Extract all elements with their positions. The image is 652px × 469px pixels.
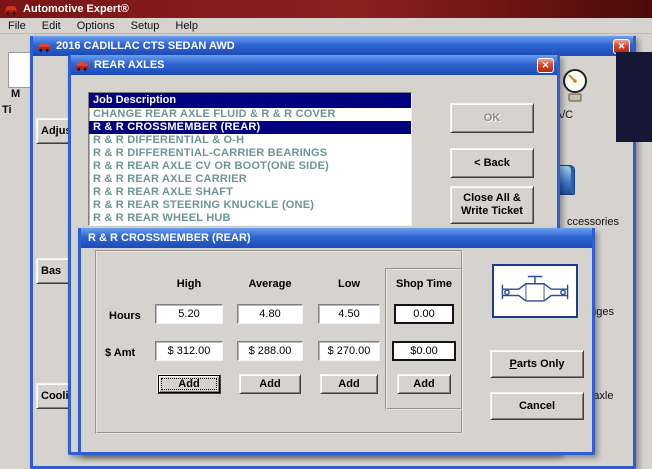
ok-button-label: OK	[483, 111, 501, 124]
job-list[interactable]: Job Description CHANGE REAR AXLE FLUID &…	[88, 92, 412, 226]
hours-high-field[interactable]	[155, 304, 223, 324]
menu-file[interactable]: File	[0, 18, 34, 34]
hours-low-field[interactable]	[318, 304, 380, 324]
dialog-car-icon	[75, 60, 89, 71]
job-list-item[interactable]: R & R REAR AXLE CARRIER	[89, 173, 411, 186]
partial-label-ti: Ti	[2, 104, 12, 116]
parts-only-button[interactable]: Parts Only	[490, 350, 584, 378]
add-button-high-label: Add	[178, 377, 200, 390]
crossmember-diagram	[492, 264, 578, 318]
header-average: Average	[248, 278, 292, 290]
job-list-header: Job Description	[89, 93, 411, 108]
close-all-write-ticket-label: Close All & Write Ticket	[461, 192, 523, 217]
header-high: High	[176, 278, 202, 290]
cancel-button[interactable]: Cancel	[490, 392, 584, 420]
labor-dialog: R & R CROSSMEMBER (REAR) High Average Lo…	[78, 228, 595, 455]
parts-only-button-label: Parts Only	[509, 357, 565, 370]
label-accessories: ccessories	[567, 216, 619, 228]
cancel-button-label: Cancel	[518, 399, 556, 412]
rear-axles-titlebar[interactable]: REAR AXLES ✕	[71, 55, 557, 75]
hours-average-field[interactable]	[237, 304, 303, 324]
screen: Automotive Expert® File Edit Options Set…	[0, 0, 652, 469]
vehicle-car-icon	[37, 41, 51, 52]
app-title: Automotive Expert®	[23, 3, 129, 15]
category-button-bas-label: Bas	[41, 264, 62, 277]
job-list-item[interactable]: R & R DIFFERENTIAL-CARRIER BEARINGS	[89, 147, 411, 160]
ok-button[interactable]: OK	[450, 103, 534, 133]
amount-high-field[interactable]	[155, 341, 223, 361]
partial-label-m: M	[11, 88, 21, 100]
back-button[interactable]: < Back	[450, 148, 534, 178]
amount-shop-time-field[interactable]	[392, 341, 456, 361]
amount-row-label: $ Amt	[105, 347, 136, 359]
menu-help[interactable]: Help	[167, 18, 206, 34]
close-all-write-ticket-button[interactable]: Close All & Write Ticket	[450, 186, 534, 224]
add-button-low-label: Add	[338, 377, 360, 390]
header-shop-time: Shop Time	[395, 278, 453, 290]
menu-setup[interactable]: Setup	[123, 18, 168, 34]
menu-edit[interactable]: Edit	[34, 18, 69, 34]
labor-dialog-title: R & R CROSSMEMBER (REAR)	[88, 232, 251, 244]
job-list-item[interactable]: R & R REAR AXLE CV OR BOOT(ONE SIDE)	[89, 160, 411, 173]
hours-row-label: Hours	[109, 310, 141, 322]
rear-axles-close-icon[interactable]: ✕	[537, 58, 554, 73]
add-button-shop-time-label: Add	[413, 377, 435, 390]
gauge-icon	[560, 68, 590, 111]
hours-shop-time-field[interactable]	[394, 304, 454, 324]
menu-options[interactable]: Options	[69, 18, 123, 34]
rear-axles-title: REAR AXLES	[94, 59, 165, 71]
header-low: Low	[338, 278, 360, 290]
job-list-item[interactable]: R & R REAR WHEEL HUB	[89, 212, 411, 225]
vehicle-window-titlebar[interactable]: 2016 CADILLAC CTS SEDAN AWD ✕	[33, 36, 633, 56]
amount-low-field[interactable]	[318, 341, 380, 361]
back-button-label: < Back	[474, 156, 510, 169]
add-button-high[interactable]: Add	[157, 374, 221, 394]
partial-toolbar-panel	[8, 52, 32, 88]
main-titlebar: Automotive Expert®	[0, 0, 652, 18]
job-list-item[interactable]: R & R REAR STEERING KNUCKLE (ONE)	[89, 199, 411, 212]
add-button-shop-time[interactable]: Add	[397, 374, 451, 394]
crossmember-icon	[497, 270, 573, 312]
labor-dialog-titlebar[interactable]: R & R CROSSMEMBER (REAR)	[81, 228, 592, 248]
job-list-item[interactable]: R & R DIFFERENTIAL & O-H	[89, 134, 411, 147]
add-button-average-label: Add	[259, 377, 281, 390]
vehicle-image-placeholder	[616, 52, 652, 142]
amount-average-field[interactable]	[237, 341, 303, 361]
menubar: File Edit Options Setup Help	[0, 18, 652, 34]
category-button-cooli-label: Cooli	[41, 389, 69, 402]
app-car-icon	[4, 4, 18, 15]
job-list-item[interactable]: R & R REAR AXLE SHAFT	[89, 186, 411, 199]
add-button-low[interactable]: Add	[320, 374, 378, 394]
job-list-item-selected[interactable]: R & R CROSSMEMBER (REAR)	[89, 121, 411, 134]
vehicle-window-title: 2016 CADILLAC CTS SEDAN AWD	[56, 40, 235, 52]
job-list-item[interactable]: CHANGE REAR AXLE FLUID & R & R COVER	[89, 108, 411, 121]
add-button-average[interactable]: Add	[239, 374, 301, 394]
